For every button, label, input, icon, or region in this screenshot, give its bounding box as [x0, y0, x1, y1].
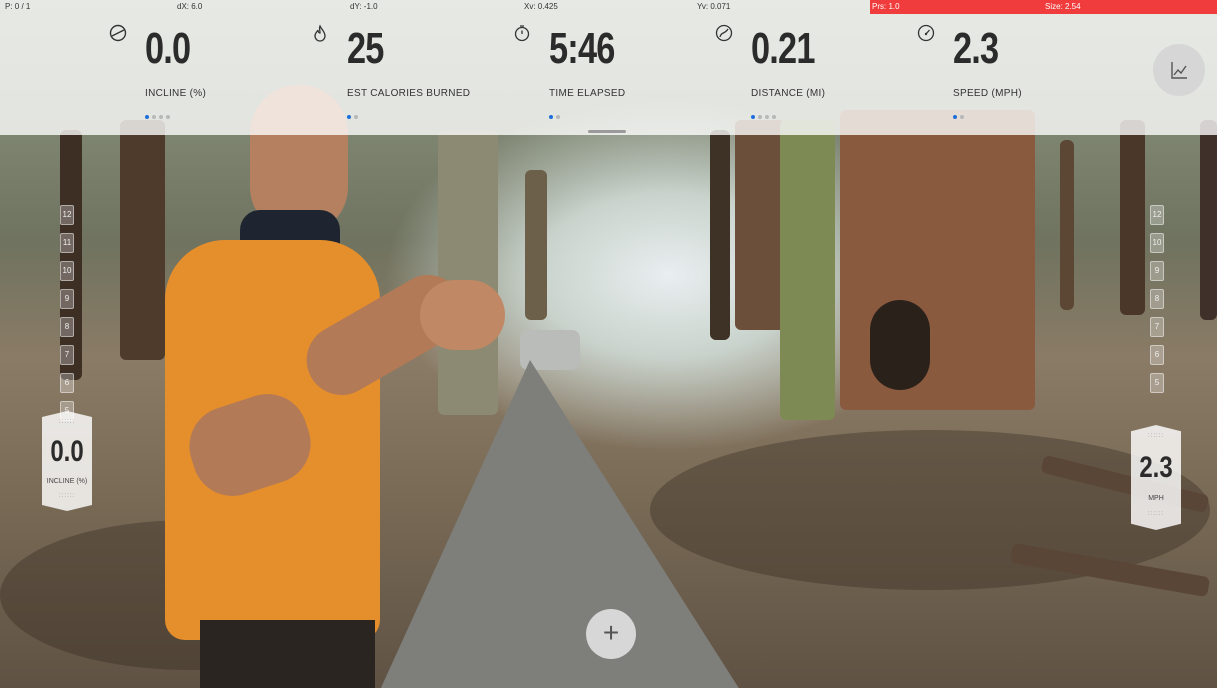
line-chart-icon [1171, 62, 1187, 79]
workout-stats-panel[interactable]: 0.0 INCLINE (%) 25 EST CALORIES BURNED 5… [0, 14, 1217, 135]
speed-label: SPEED (MPH) [953, 88, 1022, 99]
speed-ticks: 12 10 9 8 7 6 5 [1150, 205, 1164, 401]
stat-time[interactable]: 5:46 TIME ELAPSED [513, 14, 713, 135]
speed-tick[interactable]: 10 [1150, 233, 1164, 253]
speed-page-dots [953, 115, 967, 121]
chart-button[interactable] [1153, 44, 1205, 96]
speed-knob-unit: MPH [1148, 495, 1164, 502]
flame-icon [314, 24, 326, 42]
incline-label: INCLINE (%) [145, 88, 207, 99]
calories-label: EST CALORIES BURNED [347, 88, 471, 99]
speed-knob-value: 2.3 [1139, 451, 1173, 484]
tree-trunk [438, 130, 498, 415]
stat-speed[interactable]: 2.3 SPEED (MPH) [917, 14, 1117, 135]
stat-distance[interactable]: 0.21 DISTANCE (MI) [715, 14, 915, 135]
distance-label: DISTANCE (MI) [751, 88, 826, 99]
debug-size: Size: 2.54 [1045, 2, 1081, 11]
tree-trunk [735, 120, 785, 330]
presenter-hand [420, 280, 505, 350]
add-button[interactable]: + [586, 609, 636, 659]
incline-tick[interactable]: 12 [60, 205, 74, 225]
tree-trunk [1060, 140, 1074, 310]
incline-slider[interactable]: 12 11 10 9 8 7 6 5 :::::: 0.0 INCLINE (%… [42, 205, 92, 525]
incline-page-dots [145, 115, 173, 121]
speedometer-icon [917, 24, 935, 42]
debug-pointer: P: 0 / 1 [5, 2, 31, 11]
time-label: TIME ELAPSED [549, 88, 626, 99]
speed-tick[interactable]: 7 [1150, 317, 1164, 337]
incline-knob-value: 0.0 [50, 435, 84, 468]
stat-incline[interactable]: 0.0 INCLINE (%) [109, 14, 309, 135]
mossy-tree-trunk [780, 120, 835, 420]
distance-icon [715, 24, 733, 42]
debug-alert-segment: Prs: 1.0 Size: 2.54 [870, 0, 1217, 14]
speed-tick[interactable]: 12 [1150, 205, 1164, 225]
grip-bottom: :::::: [1147, 511, 1164, 517]
tree-trunk [525, 170, 547, 320]
distance-page-dots [751, 115, 779, 121]
tree-trunk [1200, 120, 1217, 320]
sequoia-trunk [840, 110, 1035, 410]
speed-value: 2.3 [953, 24, 999, 73]
incline-tick[interactable]: 8 [60, 317, 74, 337]
incline-knob[interactable]: :::::: 0.0 INCLINE (%) :::::: [42, 411, 92, 511]
speed-tick[interactable]: 6 [1150, 345, 1164, 365]
stopwatch-icon [514, 25, 530, 42]
burn-scar [870, 300, 930, 390]
grip-bottom: :::::: [58, 493, 75, 499]
time-value: 5:46 [549, 24, 615, 73]
tree-trunk [120, 120, 165, 360]
calories-page-dots [347, 115, 361, 121]
speed-knob[interactable]: :::::: 2.3 MPH :::::: [1131, 425, 1181, 530]
grip-top: :::::: [58, 419, 75, 425]
stat-calories[interactable]: 25 EST CALORIES BURNED [311, 14, 511, 135]
incline-value: 0.0 [145, 24, 191, 73]
plus-icon: + [602, 617, 620, 648]
debug-xv: Xv: 0.425 [524, 2, 558, 11]
presenter-pants [200, 620, 375, 688]
distance-value: 0.21 [751, 24, 815, 73]
time-page-dots [549, 115, 563, 121]
touch-debug-bar: P: 0 / 1 dX: 6.0 dY: -1.0 Xv: 0.425 Yv: … [0, 0, 1217, 14]
panel-drag-handle[interactable] [588, 130, 626, 133]
calories-value: 25 [347, 24, 384, 73]
incline-knob-unit: INCLINE (%) [46, 478, 88, 485]
speed-slider[interactable]: 12 10 9 8 7 6 5 :::::: 2.3 MPH :::::: [1131, 205, 1181, 535]
incline-tick[interactable]: 9 [60, 289, 74, 309]
incline-tick[interactable]: 7 [60, 345, 74, 365]
speed-tick[interactable]: 9 [1150, 261, 1164, 281]
debug-dy: dY: -1.0 [350, 2, 378, 11]
debug-dx: dX: 6.0 [177, 2, 203, 11]
debug-yv: Yv: 0.071 [697, 2, 731, 11]
speed-tick[interactable]: 5 [1150, 373, 1164, 393]
incline-tick[interactable]: 11 [60, 233, 74, 253]
tree-trunk [710, 130, 730, 340]
incline-ticks: 12 11 10 9 8 7 6 5 [60, 205, 74, 429]
debug-prs: Prs: 1.0 [872, 2, 900, 11]
incline-tick[interactable]: 10 [60, 261, 74, 281]
incline-tick[interactable]: 6 [60, 373, 74, 393]
grip-top: :::::: [1147, 433, 1164, 439]
speed-tick[interactable]: 8 [1150, 289, 1164, 309]
incline-icon [109, 24, 127, 42]
